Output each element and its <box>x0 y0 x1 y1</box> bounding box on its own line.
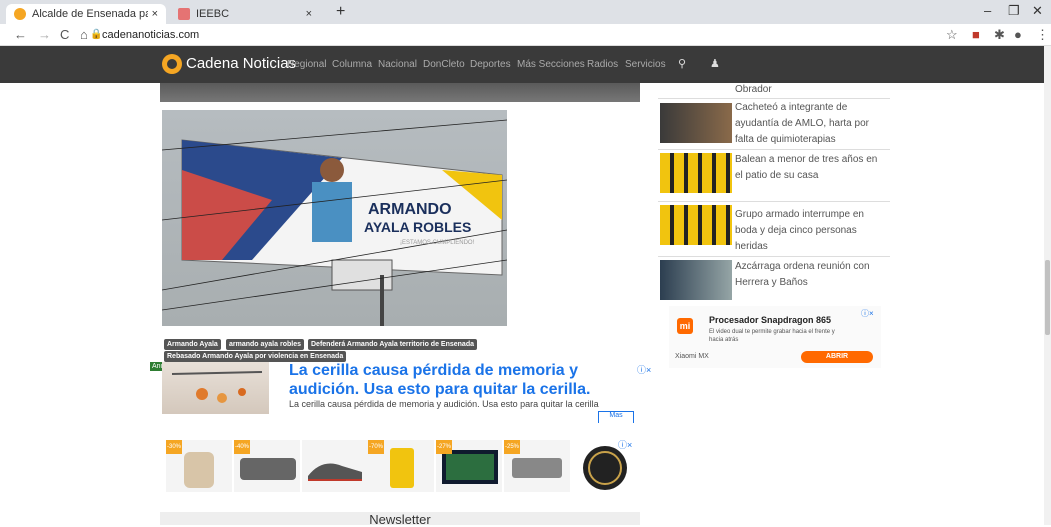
forward-icon[interactable]: → <box>38 27 51 42</box>
product-backpack[interactable]: -30% <box>166 440 232 492</box>
sidebar-thumbnail[interactable] <box>660 103 732 143</box>
tab-title: IEEBC <box>196 8 230 20</box>
sidebar-news-title[interactable]: Grupo armado interrumpe en boda y deja c… <box>735 207 887 255</box>
tab-inactive[interactable]: IEEBC × <box>170 4 320 24</box>
sidebar-thumbnail[interactable] <box>660 205 732 245</box>
maximize-icon[interactable]: ❐ <box>1008 3 1020 19</box>
scrollbar-thumb[interactable] <box>1045 260 1050 335</box>
sidebar-news-title[interactable]: Balean a menor de tres años en el patio … <box>735 152 887 184</box>
tab-title: Alcalde de Ensenada paga publi <box>32 8 148 20</box>
tab-close-icon[interactable]: × <box>152 8 158 20</box>
product-tv[interactable]: -27% <box>436 440 502 492</box>
product-discount: -30% <box>166 440 182 454</box>
sidebar-ad-description: El video dual te permite grabar hacia el… <box>709 329 835 343</box>
product-jacket[interactable]: -70% <box>368 440 434 492</box>
tab-close-icon[interactable]: × <box>306 8 312 20</box>
sidebar-news-title[interactable]: Obrador <box>735 82 887 98</box>
back-icon[interactable]: ← <box>14 27 27 42</box>
ad-image-drawing <box>171 371 263 403</box>
tab-active[interactable]: Alcalde de Ensenada paga publi × <box>6 4 166 24</box>
user-icon[interactable]: ♟ <box>710 57 720 70</box>
sidebar-ad-brand: Xiaomi MX <box>675 353 709 360</box>
url-input[interactable]: cadenanoticias.com <box>102 29 199 41</box>
close-window-icon[interactable]: ✕ <box>1032 3 1043 19</box>
sidebar-news-title[interactable]: Azcárraga ordena reunión con Herrera y B… <box>735 259 887 291</box>
home-icon[interactable]: ⌂ <box>80 27 88 42</box>
nav-nacional[interactable]: Nacional <box>378 59 417 70</box>
sidebar-ad-open-button[interactable]: ABRIR <box>801 351 873 363</box>
product-mattress[interactable]: -40% <box>234 440 300 492</box>
pdf-extension-icon[interactable]: ■ <box>972 27 980 42</box>
nav-regional[interactable]: Regional <box>287 59 326 70</box>
lock-icon: 🔒 <box>90 29 103 40</box>
nav-deportes[interactable]: Deportes <box>470 59 511 70</box>
nav-columna[interactable]: Columna <box>332 59 372 70</box>
ad-title[interactable]: La cerilla causa pérdida de memoria y au… <box>289 361 639 399</box>
search-icon[interactable]: ⚲ <box>678 57 686 70</box>
minimize-icon[interactable]: – <box>984 3 991 18</box>
nav-mas-secciones[interactable]: Más Secciones <box>517 59 585 70</box>
ad-more-button[interactable]: Mas <box>598 411 634 423</box>
sidebar-news-item[interactable]: Cacheteó a integrante de ayudantía de AM… <box>658 98 890 152</box>
site-favicon-icon <box>14 8 26 20</box>
sidebar-thumbnail[interactable] <box>660 153 732 193</box>
sidebar-thumbnail[interactable] <box>660 260 732 300</box>
new-tab-button[interactable]: + <box>336 3 345 21</box>
extensions-icon[interactable]: ✱ <box>994 27 1005 43</box>
address-bar: ← → C ⌂ 🔒 cadenanoticias.com ☆ ■ ✱ ● ⋮ <box>0 24 1051 46</box>
sidebar-ad-title[interactable]: Procesador Snapdragon 865 <box>709 315 831 325</box>
product-discount: -70% <box>368 440 384 454</box>
site-brand[interactable]: Cadena Noticias <box>186 55 296 72</box>
nav-radios[interactable]: Radios <box>587 59 618 70</box>
product-sneaker[interactable] <box>302 440 368 492</box>
sidebar-news-item[interactable]: Azcárraga ordena reunión con Herrera y B… <box>658 256 890 300</box>
nav-doncleto[interactable]: DonCleto <box>423 59 465 70</box>
logo-icon[interactable] <box>162 54 182 74</box>
sidebar-news-item[interactable]: Grupo armado interrumpe en boda y deja c… <box>658 201 890 253</box>
ieebc-favicon-icon <box>178 8 190 20</box>
billboard-name-line2: AYALA ROBLES <box>364 219 471 235</box>
ad-close-icon[interactable]: ⓘ× <box>637 363 651 376</box>
billboard-slogan: ¡ESTAMOS CUMPLIENDO! <box>400 240 475 246</box>
tab-bar: Alcalde de Ensenada paga publi × IEEBC ×… <box>0 0 1051 24</box>
sidebar-ad[interactable]: mi Procesador Snapdragon 865 El video du… <box>669 306 881 368</box>
product-discount: -40% <box>234 440 250 454</box>
product-discount: -27% <box>436 440 452 454</box>
ad-description: La cerilla causa pérdida de memoria y au… <box>289 399 599 409</box>
nav-servicios[interactable]: Servicios <box>625 59 666 70</box>
ad-image[interactable] <box>162 362 269 414</box>
bookmark-star-icon[interactable]: ☆ <box>946 27 958 43</box>
sidebar-ad-close-icon[interactable]: ⓘ× <box>861 308 874 319</box>
reload-icon[interactable]: C <box>60 27 69 42</box>
sidebar-news-item[interactable]: Balean a menor de tres años en el patio … <box>658 149 890 201</box>
xiaomi-logo-icon: mi <box>677 318 693 334</box>
newsletter-heading: Newsletter <box>160 512 640 527</box>
sidebar-news-title[interactable]: Cacheteó a integrante de ayudantía de AM… <box>735 100 887 148</box>
product-ad-strip: -30% -40% -70% -27% -25% ⓘ× <box>162 438 640 496</box>
menu-icon[interactable]: ⋮ <box>1036 27 1049 43</box>
tag-item[interactable]: armando ayala robles <box>226 339 304 350</box>
tag-item[interactable]: Defenderá Armando Ayala territorio de En… <box>308 339 477 350</box>
product-ad-close-icon[interactable]: ⓘ× <box>618 438 632 451</box>
article-top-image <box>160 83 640 102</box>
billboard-drawing: ARMANDO AYALA ROBLES ¡ESTAMOS CUMPLIENDO… <box>162 119 507 326</box>
product-discount: -25% <box>504 440 520 454</box>
article-billboard-image: ARMANDO AYALA ROBLES ¡ESTAMOS CUMPLIENDO… <box>162 110 507 326</box>
tag-item[interactable]: Armando Ayala <box>164 339 221 350</box>
product-grill[interactable]: -25% <box>504 440 570 492</box>
site-navbar: Cadena Noticias Regional Columna Naciona… <box>0 46 1044 83</box>
billboard-name-line1: ARMANDO <box>368 201 452 218</box>
profile-icon[interactable]: ● <box>1014 27 1022 42</box>
product-drawing <box>308 463 362 481</box>
